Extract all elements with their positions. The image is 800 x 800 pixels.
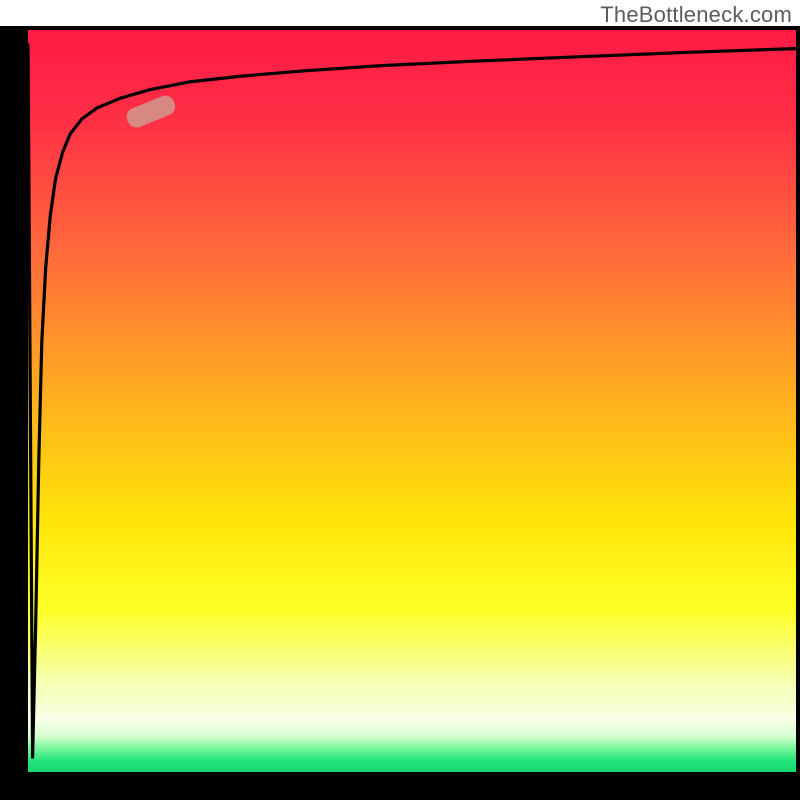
chart-stage: TheBottleneck.com	[0, 0, 800, 800]
gradient-background	[28, 30, 796, 772]
chart-canvas	[0, 0, 800, 800]
